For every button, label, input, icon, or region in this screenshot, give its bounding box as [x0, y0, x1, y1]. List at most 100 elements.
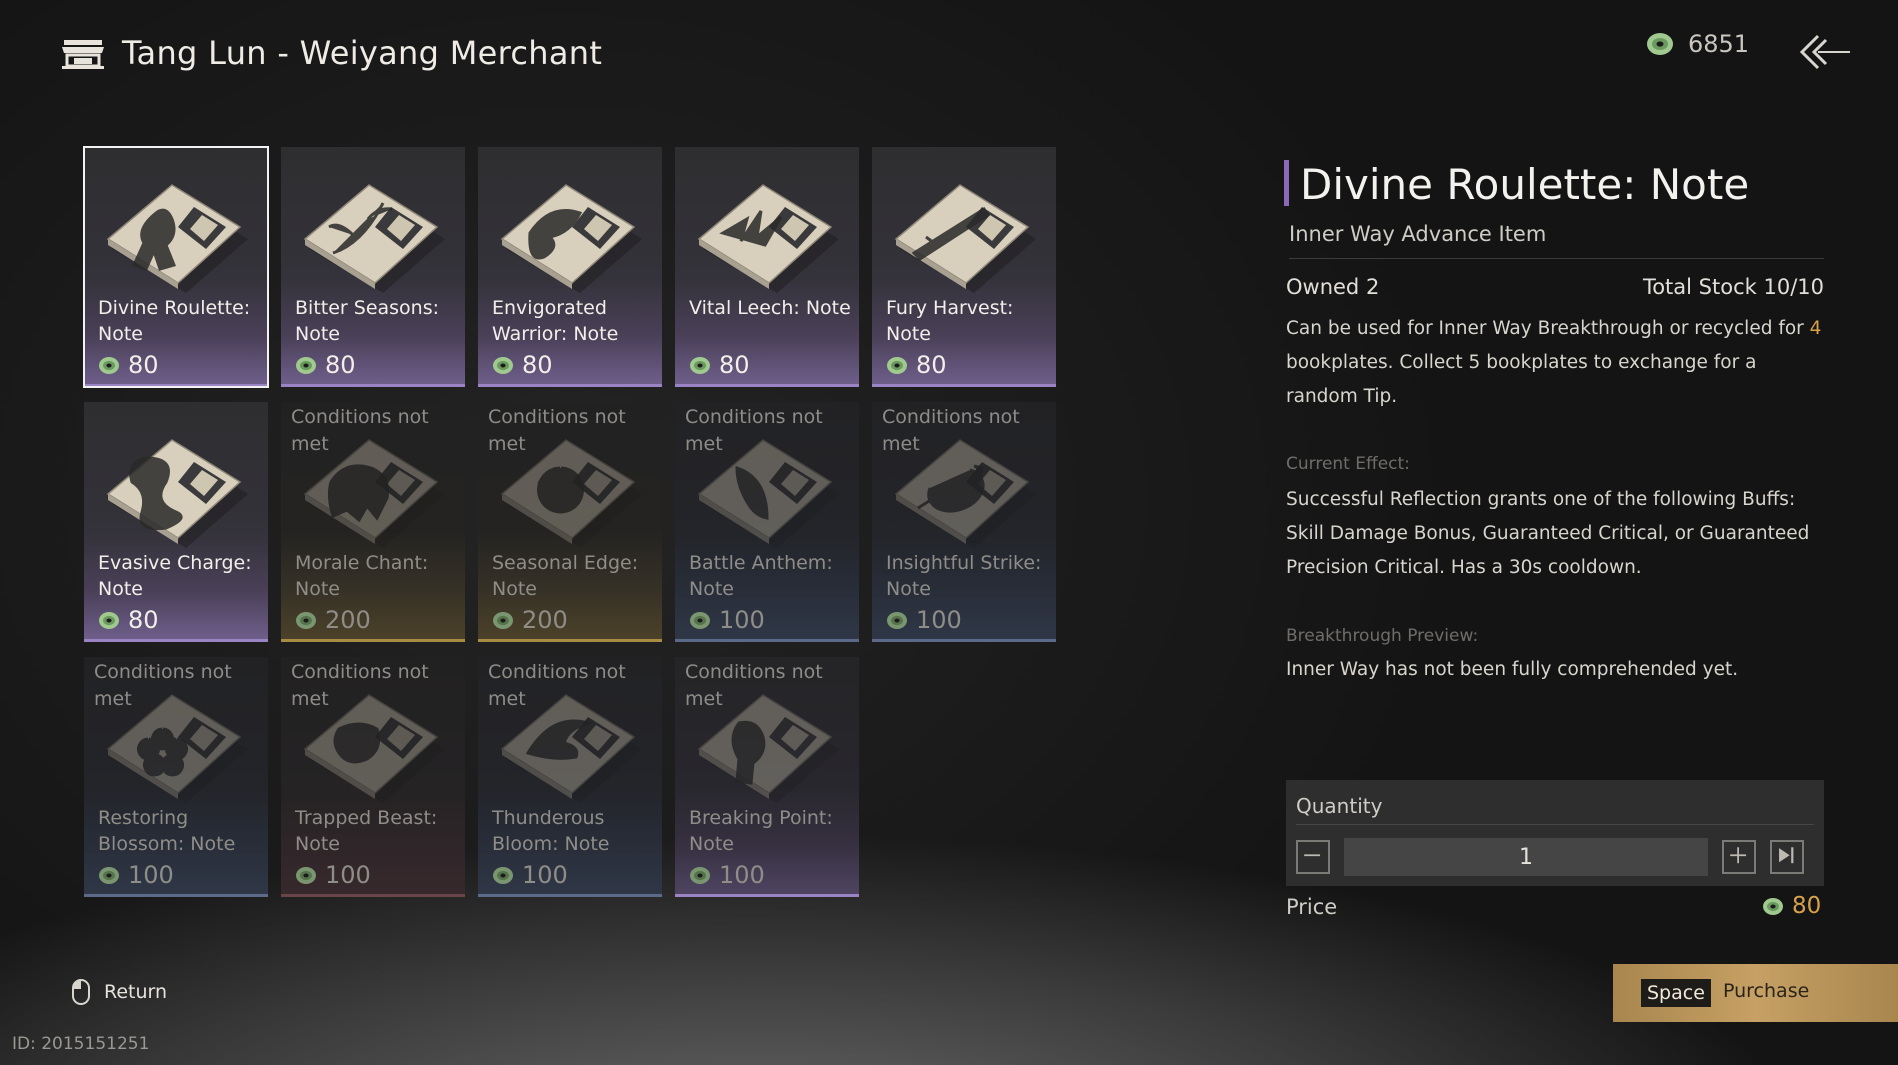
- bookplate-count: 4: [1809, 318, 1822, 339]
- quantity-increase-button[interactable]: [1722, 840, 1756, 874]
- manual-book-icon: [894, 184, 1036, 293]
- conditions-not-met-label: Conditions not met: [685, 661, 823, 710]
- divider: [1296, 824, 1814, 825]
- item-price: 80: [98, 606, 159, 634]
- item-price-value: 100: [719, 606, 765, 634]
- description-text: Can be used for Inner Way Breakthrough o…: [1286, 318, 1810, 339]
- item-name: Fury Harvest: Note: [886, 297, 1014, 345]
- item-price-value: 200: [522, 606, 568, 634]
- jade-coin-icon: [690, 356, 710, 374]
- jade-coin-icon: [493, 866, 513, 884]
- double-chevron-back-icon[interactable]: [1796, 30, 1852, 74]
- item-name: Breaking Point: Note: [689, 807, 833, 855]
- item-name: Restoring Blossom: Note: [98, 807, 236, 855]
- mouse-icon: [72, 979, 90, 1005]
- item-price-value: 80: [522, 351, 553, 379]
- item-price-value: 100: [522, 861, 568, 889]
- shop-item-card[interactable]: Conditions not met Restoring Blossom: Not…: [84, 657, 268, 897]
- item-name: Divine Roulette: Note: [98, 297, 251, 345]
- return-button[interactable]: Return: [72, 979, 167, 1005]
- item-price-value: 100: [128, 861, 174, 889]
- shop-item-card[interactable]: Conditions not met Thunderous Bloom: Note…: [478, 657, 662, 897]
- conditions-not-met-label: Conditions not met: [291, 661, 429, 710]
- shop-item-card[interactable]: Conditions not met Seasonal Edge: Note 200: [478, 402, 662, 642]
- shop-item-card[interactable]: Vital Leech: Note 80: [675, 147, 859, 387]
- divider: [1289, 258, 1824, 259]
- jade-coin-icon: [1647, 33, 1673, 55]
- quantity-label: Quantity: [1296, 794, 1383, 818]
- breakthrough-preview-text: Inner Way has not been fully comprehende…: [1286, 659, 1739, 680]
- shop-item-card[interactable]: Divine Roulette: Note 80: [83, 146, 269, 388]
- shop-item-card[interactable]: Envigorated Warrior: Note 80: [478, 147, 662, 387]
- shop-item-card[interactable]: Conditions not met Battle Anthem: Note 100: [675, 402, 859, 642]
- item-price-value: 80: [325, 351, 356, 379]
- manual-book-icon: [697, 184, 839, 293]
- quantity-decrease-button[interactable]: [1296, 840, 1330, 874]
- price-value: 80: [1762, 893, 1821, 919]
- manual-book-icon: [106, 439, 248, 548]
- item-price-value: 80: [719, 351, 750, 379]
- conditions-not-met-label: Conditions not met: [488, 661, 626, 710]
- item-name: Thunderous Bloom: Note: [492, 807, 610, 855]
- purchase-button[interactable]: Space Purchase: [1613, 964, 1898, 1022]
- item-price: 100: [492, 861, 568, 889]
- item-name: Battle Anthem: Note: [689, 552, 833, 600]
- plus-icon: [1730, 847, 1747, 864]
- shop-item-card[interactable]: Evasive Charge: Note 80: [84, 402, 268, 642]
- currency-amount: 6851: [1688, 30, 1750, 58]
- current-effect-heading: Current Effect:: [1286, 454, 1410, 474]
- manual-book-icon: [500, 184, 642, 293]
- page-title: Tang Lun - Weiyang Merchant: [122, 34, 603, 72]
- currency-display: 6851: [1646, 30, 1749, 58]
- jade-coin-icon: [99, 866, 119, 884]
- conditions-not-met-label: Conditions not met: [291, 406, 429, 455]
- detail-title: Divine Roulette: Note: [1300, 160, 1750, 209]
- shop-item-card[interactable]: Conditions not met Trapped Beast: Note 100: [281, 657, 465, 897]
- item-name: Trapped Beast: Note: [295, 807, 438, 855]
- jade-coin-icon: [99, 356, 119, 374]
- skip-to-max-icon: [1779, 847, 1794, 864]
- item-price: 100: [98, 861, 174, 889]
- item-name: Bitter Seasons: Note: [295, 297, 440, 345]
- item-price-value: 100: [916, 606, 962, 634]
- item-name: Evasive Charge: Note: [98, 552, 252, 600]
- item-grid: Divine Roulette: Note 80 Bitter Seasons: N…: [83, 146, 1064, 897]
- item-price: 100: [689, 606, 765, 634]
- owned-count: Owned 2: [1286, 275, 1380, 299]
- manual-book-icon: [106, 184, 248, 293]
- shop-item-card[interactable]: Conditions not met Insightful Strike: Not…: [872, 402, 1056, 642]
- price-label: Price: [1286, 895, 1338, 919]
- jade-coin-icon: [296, 611, 316, 629]
- item-price: 100: [295, 861, 371, 889]
- item-price: 100: [886, 606, 962, 634]
- breakthrough-preview-heading: Breakthrough Preview:: [1286, 626, 1479, 646]
- quantity-panel: Quantity 1: [1286, 780, 1824, 886]
- item-description: Can be used for Inner Way Breakthrough o…: [1286, 312, 1831, 414]
- jade-coin-icon: [690, 866, 710, 884]
- title-accent-bar: [1284, 160, 1289, 206]
- item-name: Seasonal Edge: Note: [492, 552, 639, 600]
- jade-coin-icon: [887, 356, 907, 374]
- player-id: ID: 2015151251: [12, 1034, 150, 1054]
- jade-coin-icon: [493, 356, 513, 374]
- jade-coin-icon: [1763, 897, 1783, 915]
- jade-coin-icon: [690, 611, 710, 629]
- item-price: 80: [295, 351, 356, 379]
- conditions-not-met-label: Conditions not met: [882, 406, 1020, 455]
- quantity-input[interactable]: 1: [1344, 838, 1708, 876]
- conditions-not-met-label: Conditions not met: [488, 406, 626, 455]
- jade-coin-icon: [887, 611, 907, 629]
- item-price-value: 100: [325, 861, 371, 889]
- jade-coin-icon: [99, 611, 119, 629]
- item-price: 100: [689, 861, 765, 889]
- shop-item-card[interactable]: Conditions not met Breaking Point: Note 10…: [675, 657, 859, 897]
- shop-item-card[interactable]: Fury Harvest: Note 80: [872, 147, 1056, 387]
- return-label: Return: [104, 981, 168, 1003]
- shop-item-card[interactable]: Bitter Seasons: Note 80: [281, 147, 465, 387]
- item-price: 200: [492, 606, 568, 634]
- shop-item-card[interactable]: Conditions not met Morale Chant: Note 200: [281, 402, 465, 642]
- quantity-max-button[interactable]: [1770, 840, 1804, 874]
- shop-awning-icon: [62, 40, 104, 69]
- item-name: Morale Chant: Note: [295, 552, 429, 600]
- item-price-value: 80: [128, 606, 159, 634]
